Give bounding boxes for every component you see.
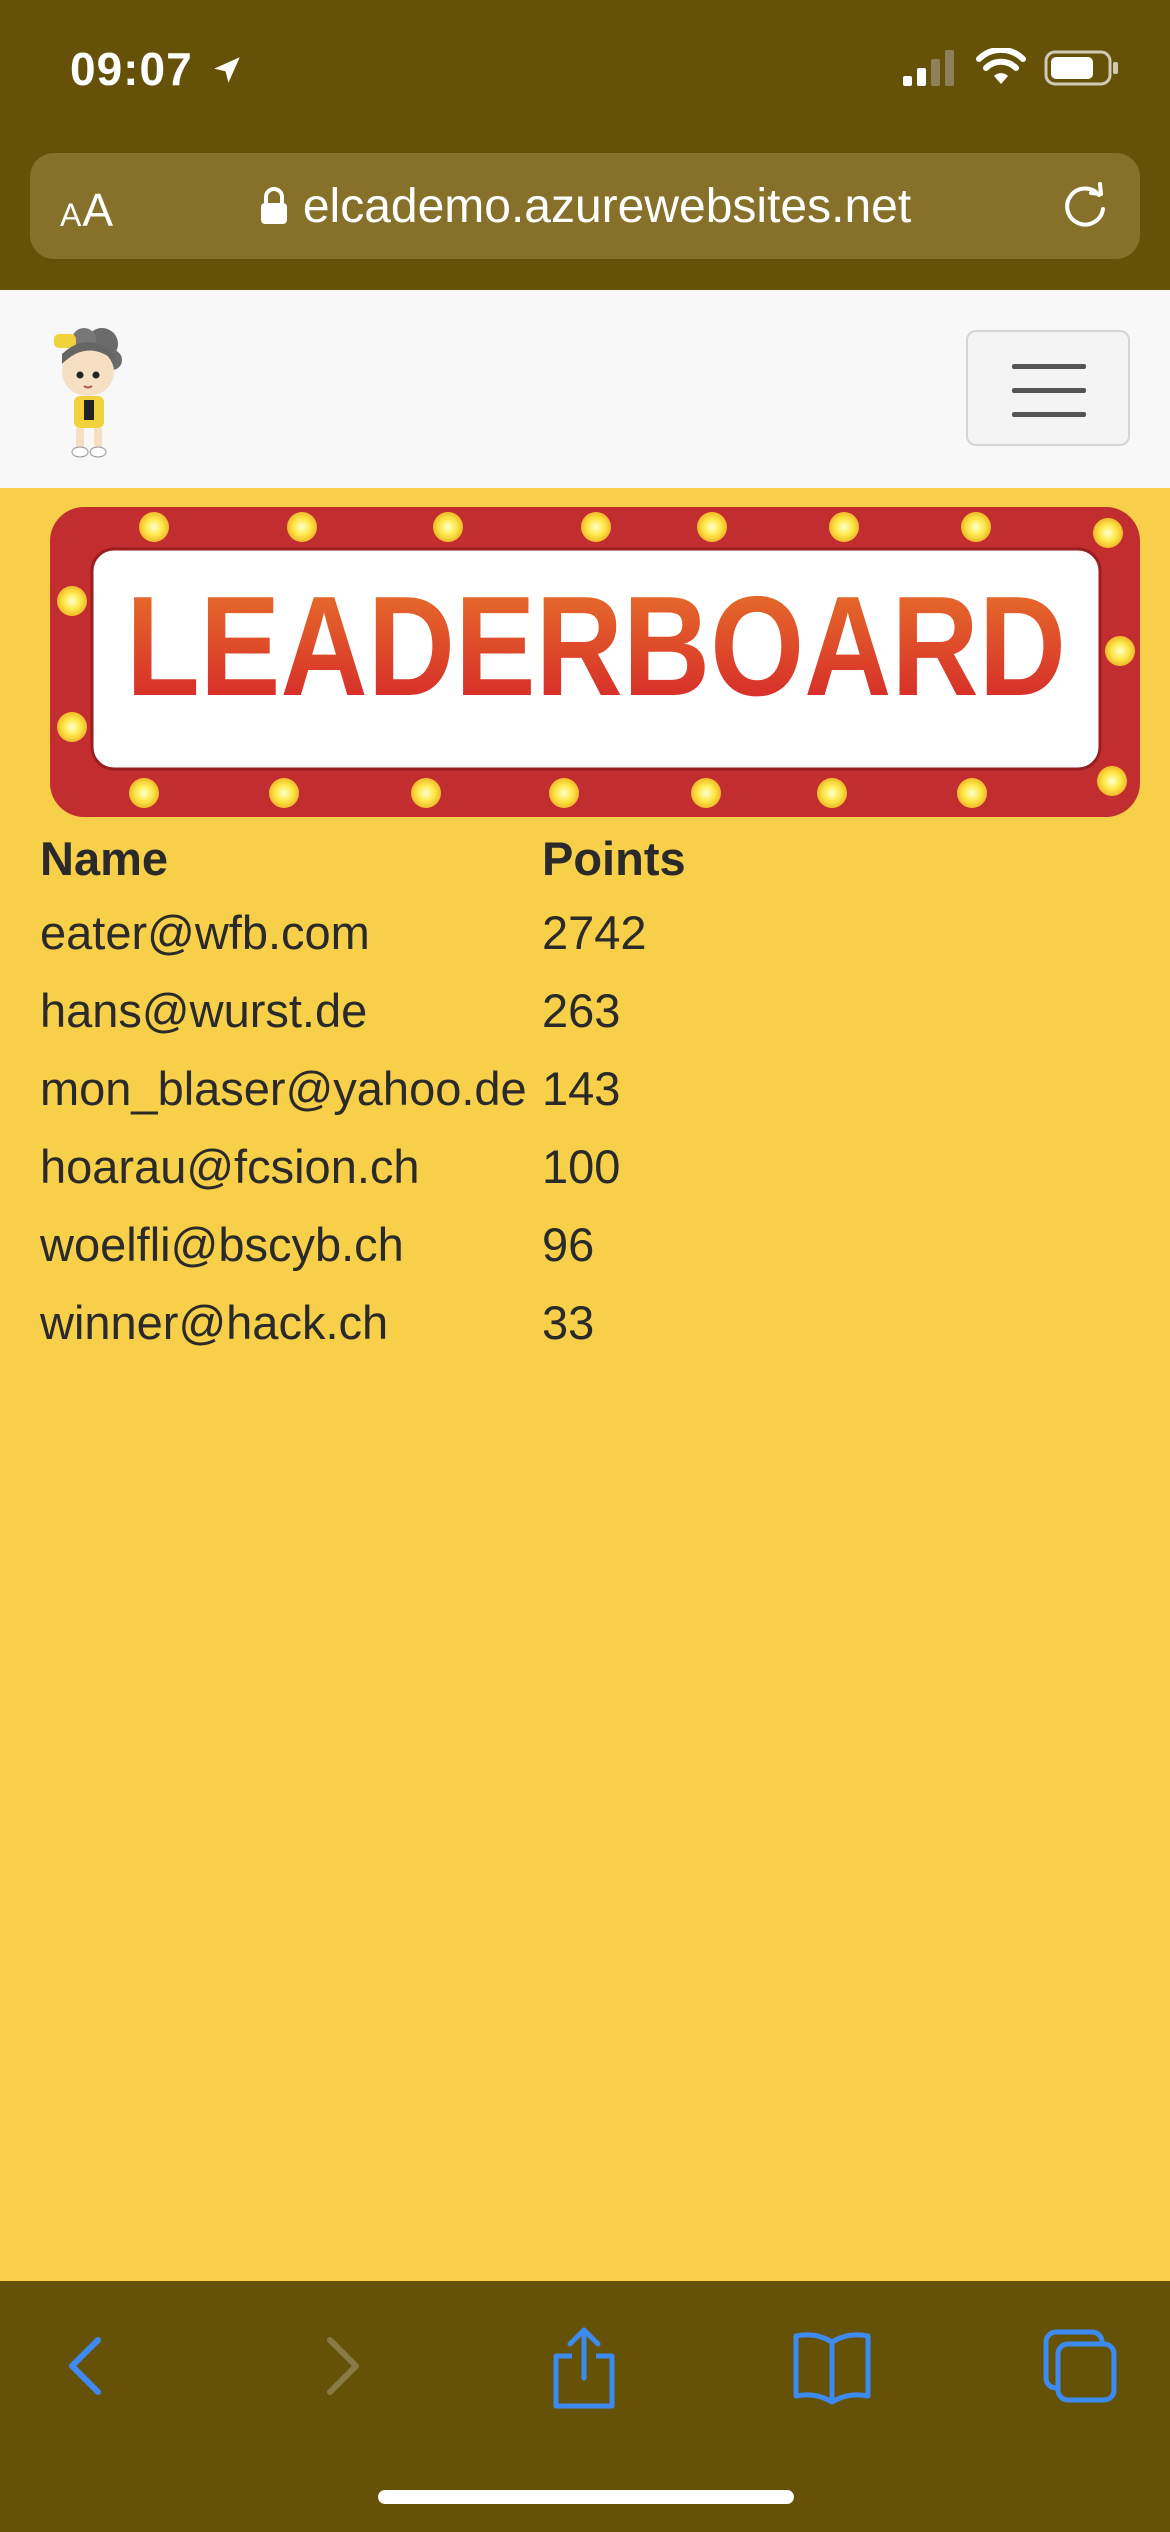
player-name: eater@wfb.com xyxy=(40,905,370,959)
player-name: hans@wurst.de xyxy=(40,983,368,1037)
wifi-icon xyxy=(975,46,1026,84)
tabs-icon[interactable] xyxy=(1040,2326,1120,2406)
player-name: mon_blaser@yahoo.de xyxy=(40,1061,527,1115)
status-icons xyxy=(901,46,1120,98)
column-header-name: Name xyxy=(40,831,169,885)
back-icon[interactable] xyxy=(58,2326,118,2406)
status-time: 09:07 xyxy=(70,42,244,96)
menu-icon-bar xyxy=(1012,364,1086,369)
battery-icon xyxy=(1044,50,1118,86)
player-points: 143 xyxy=(542,1061,621,1115)
player-points: 263 xyxy=(542,983,621,1037)
share-icon[interactable] xyxy=(544,2326,624,2410)
url-display[interactable]: elcademo.azurewebsites.net xyxy=(30,179,1140,234)
player-name: winner@hack.ch xyxy=(40,1295,389,1349)
lock-icon xyxy=(260,187,287,224)
table-row: hoarau@fcsion.ch 100 xyxy=(40,1127,686,1205)
forward-icon[interactable] xyxy=(310,2326,370,2406)
player-points: 96 xyxy=(542,1217,595,1271)
banner-title: LEADERBOARD xyxy=(126,567,1066,726)
table-row: woelfli@bscyb.ch 96 xyxy=(40,1205,686,1283)
address-bar[interactable]: AA elcademo.azurewebsites.net xyxy=(30,153,1140,259)
browser-top-bar: 09:07 AA elcademo.azurewebsites.net xyxy=(0,0,1170,290)
player-points: 100 xyxy=(542,1139,621,1193)
player-name: hoarau@fcsion.ch xyxy=(40,1139,420,1193)
menu-icon-bar xyxy=(1012,388,1086,393)
player-points: 33 xyxy=(542,1295,595,1349)
home-indicator[interactable] xyxy=(378,2490,794,2504)
table-header-row: Name Points xyxy=(40,823,686,893)
mascot-logo[interactable] xyxy=(40,320,140,460)
player-name: woelfli@bscyb.ch xyxy=(40,1217,404,1271)
column-header-points: Points xyxy=(542,831,686,885)
table-row: winner@hack.ch 33 xyxy=(40,1283,686,1361)
url-text: elcademo.azurewebsites.net xyxy=(302,180,912,233)
table-row: hans@wurst.de 263 xyxy=(40,971,686,1049)
signal-icon xyxy=(903,50,955,86)
table-row: eater@wfb.com 2742 xyxy=(40,893,686,971)
menu-icon-bar xyxy=(1012,412,1086,417)
table-row: mon_blaser@yahoo.de 143 xyxy=(40,1049,686,1127)
leaderboard-banner: LEADERBOARD xyxy=(50,507,1140,817)
leaderboard-table: Name Points eater@wfb.com 2742 hans@wurs… xyxy=(40,823,686,1361)
player-points: 2742 xyxy=(542,905,647,959)
bookmarks-icon[interactable] xyxy=(790,2326,874,2406)
menu-toggle-button[interactable] xyxy=(966,330,1130,446)
site-navbar xyxy=(0,290,1170,488)
location-arrow-icon xyxy=(214,57,241,83)
reload-icon[interactable] xyxy=(1058,179,1112,233)
